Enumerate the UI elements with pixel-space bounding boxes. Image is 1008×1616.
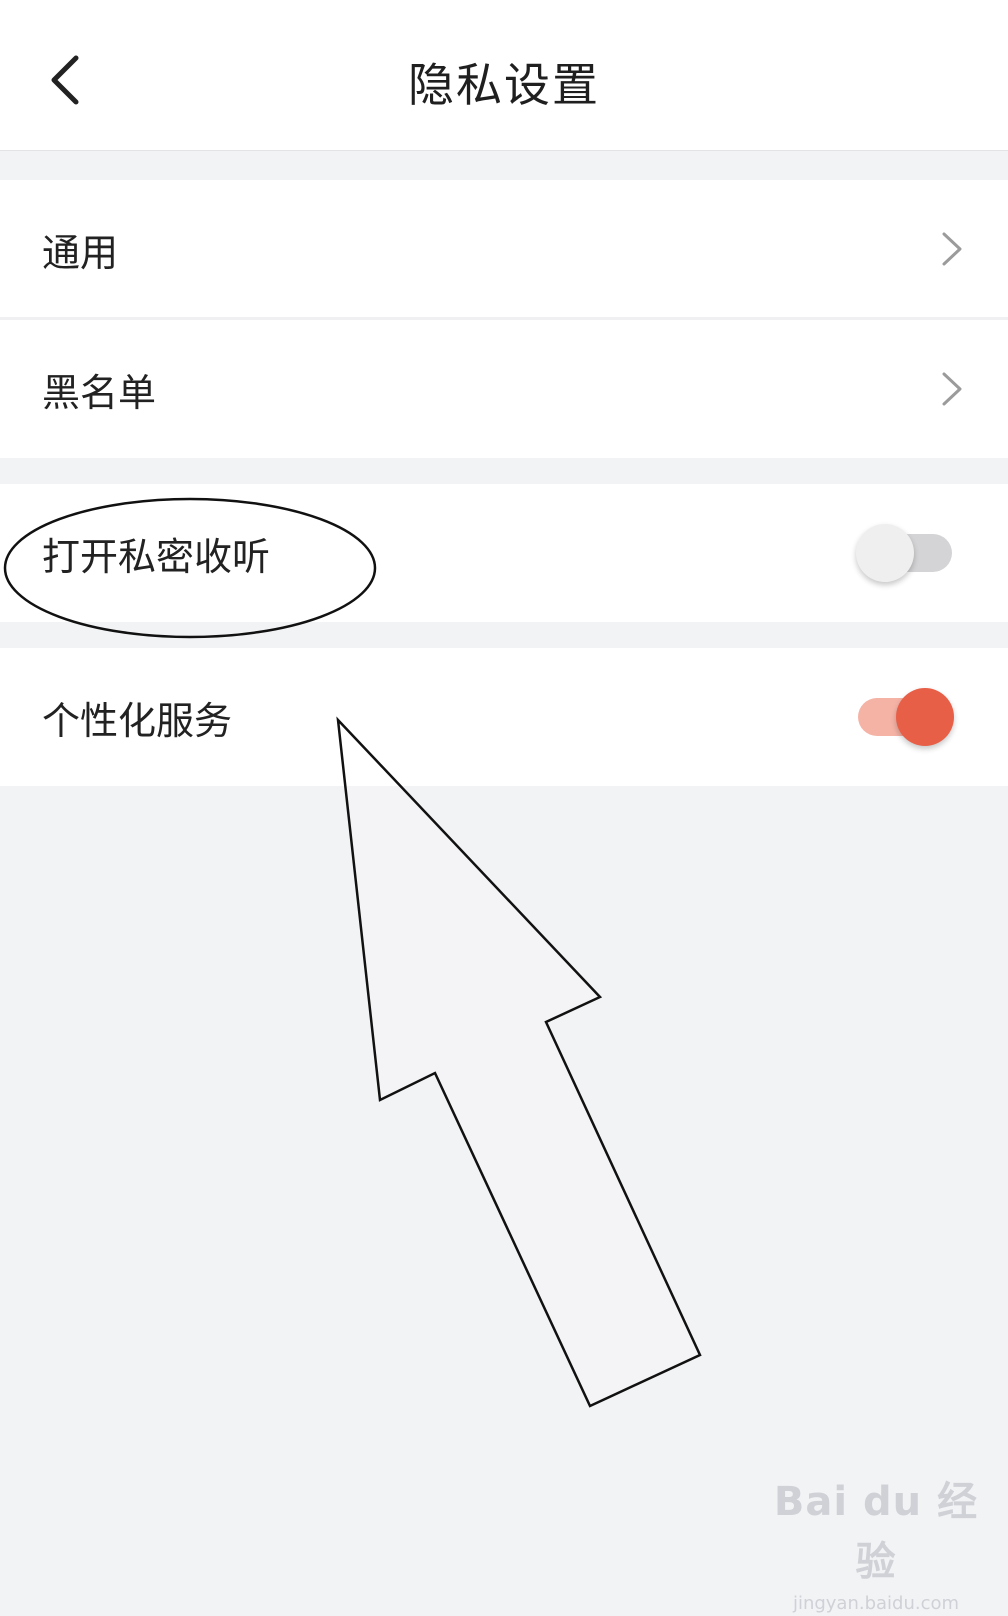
settings-item-label: 黑名单 — [42, 370, 157, 415]
settings-item-private-listening: 打开私密收听 — [0, 484, 1008, 622]
settings-item-general[interactable]: 通用 — [0, 180, 1008, 318]
personalized-service-toggle[interactable] — [856, 685, 954, 749]
settings-item-personalized-service: 个性化服务 — [0, 648, 1008, 786]
private-listening-toggle[interactable] — [856, 521, 954, 585]
chevron-left-icon — [51, 55, 79, 105]
pointer-arrow — [336, 716, 702, 1408]
watermark-brand: Bai du 经验 — [773, 1479, 979, 1585]
header-bar: 隐私设置 — [0, 0, 1008, 151]
page-title: 隐私设置 — [408, 58, 600, 112]
watermark-url: jingyan.baidu.com — [792, 1593, 960, 1614]
brand-watermark: Bai du 经验 jingyan.baidu.com — [756, 1472, 996, 1614]
settings-item-blacklist[interactable]: 黑名单 — [0, 320, 1008, 458]
settings-item-label: 通用 — [42, 230, 119, 275]
toggle-knob — [896, 688, 954, 746]
chevron-right-icon — [942, 372, 962, 406]
back-button[interactable] — [28, 44, 100, 116]
chevron-right-icon — [942, 232, 962, 266]
toggle-knob — [856, 524, 914, 582]
settings-item-label: 打开私密收听 — [42, 534, 271, 579]
settings-item-label: 个性化服务 — [42, 698, 233, 743]
